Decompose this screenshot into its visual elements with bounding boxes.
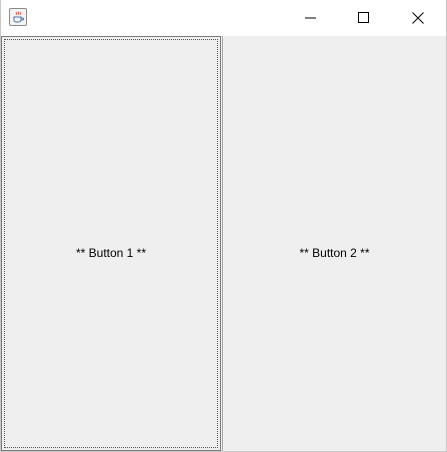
maximize-icon [358, 12, 369, 23]
button-2[interactable]: ** Button 2 ** [222, 36, 446, 451]
content-pane: ** Button 1 ** ** Button 2 ** [1, 36, 446, 451]
button-1[interactable]: ** Button 1 ** [1, 36, 221, 451]
minimize-icon [305, 17, 316, 19]
maximize-button[interactable] [341, 0, 387, 36]
application-window: ** Button 1 ** ** Button 2 ** [0, 0, 447, 452]
close-button[interactable] [395, 0, 441, 36]
minimize-button[interactable] [288, 0, 334, 36]
title-bar[interactable] [1, 0, 446, 36]
button-1-label: ** Button 1 ** [75, 245, 147, 260]
button-2-label: ** Button 2 ** [299, 245, 370, 260]
java-coffee-cup-icon[interactable] [9, 8, 27, 26]
close-icon [412, 12, 424, 24]
